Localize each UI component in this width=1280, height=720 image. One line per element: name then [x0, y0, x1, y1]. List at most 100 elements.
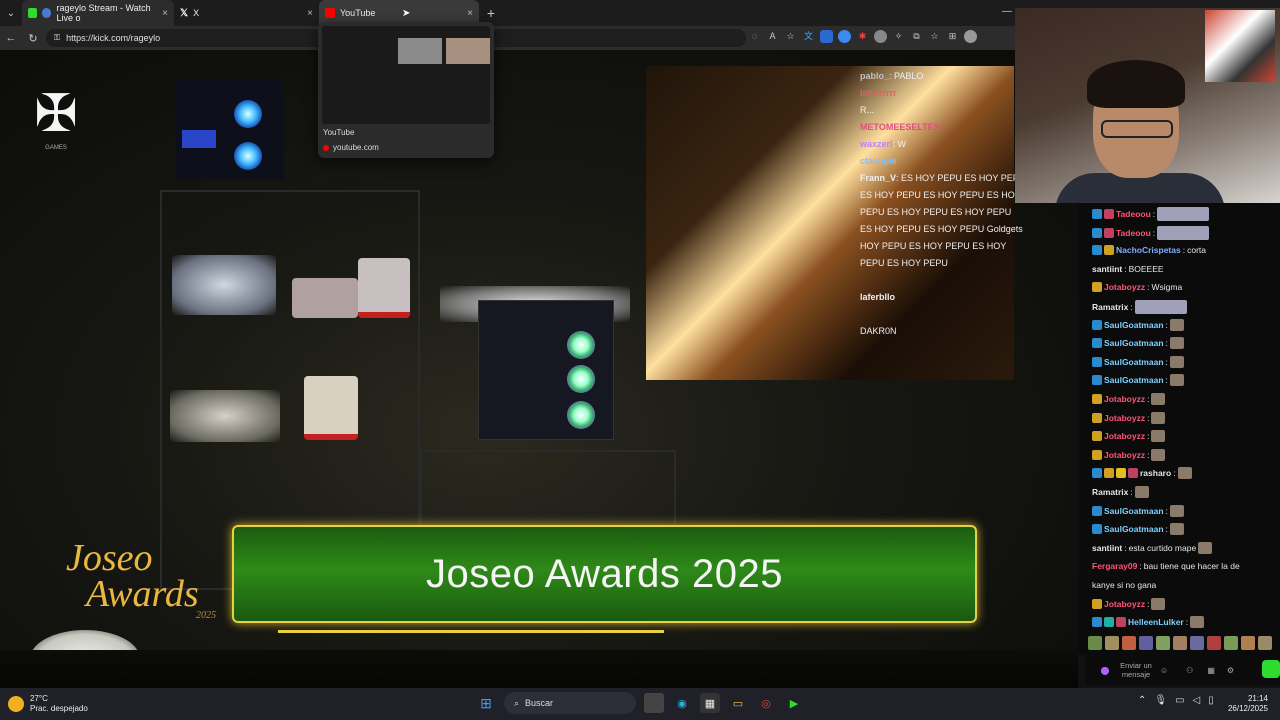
- chat-username[interactable]: Jotaboyzz: [1104, 412, 1145, 424]
- chat-separator: :: [1124, 542, 1127, 553]
- awards-wordmark: Joseo Awards 2025: [66, 537, 216, 621]
- chat-username[interactable]: Jotaboyzz: [1104, 449, 1145, 461]
- close-tab-icon[interactable]: ×: [307, 8, 313, 19]
- chat-username[interactable]: SaulGoatmaan: [1104, 319, 1164, 331]
- app-icon[interactable]: ▶: [784, 693, 804, 713]
- chat-mic-icon[interactable]: ⬤: [1098, 666, 1112, 675]
- emote-shortcut-icon[interactable]: [1207, 636, 1221, 650]
- chat-username[interactable]: Jotaboyzz: [1104, 281, 1145, 293]
- users-icon[interactable]: ⚇: [1186, 666, 1193, 675]
- close-tab-icon[interactable]: ×: [467, 8, 473, 19]
- clock[interactable]: 21:14 26/12/2025: [1228, 694, 1268, 714]
- emoji-icon[interactable]: ☺: [1160, 666, 1168, 675]
- chat-emote-icon: [1151, 430, 1166, 443]
- site-info-icon[interactable]: ⚿: [54, 33, 60, 43]
- emote-shortcut-icon[interactable]: [1105, 636, 1119, 650]
- extension-icon[interactable]: ✱: [856, 30, 869, 43]
- emote-shortcut-icon[interactable]: [1224, 636, 1238, 650]
- youtube-favicon-icon: [325, 8, 335, 18]
- emote-shortcut-icon[interactable]: [1241, 636, 1255, 650]
- chat-emote-icon: [1177, 467, 1192, 480]
- tab-kick-stream[interactable]: rageylo Stream - Watch Live o ×: [22, 0, 174, 26]
- chat-username[interactable]: Ramatrix: [1092, 486, 1128, 498]
- extensions-puzzle-icon[interactable]: ✧: [892, 30, 905, 43]
- chat-username[interactable]: SaulGoatmaan: [1104, 374, 1164, 386]
- emote-shortcut-icon[interactable]: [1190, 636, 1204, 650]
- chat-username[interactable]: Jotaboyzz: [1104, 598, 1145, 610]
- taskbar-search[interactable]: ⌕ Buscar: [504, 692, 636, 714]
- emote-shortcut-icon[interactable]: [1173, 636, 1187, 650]
- emote-shortcut-icon[interactable]: [1258, 636, 1272, 650]
- chat-username[interactable]: NachoCrispetas: [1116, 244, 1181, 256]
- chat-message: kanye si no gana: [1092, 579, 1156, 591]
- tracking-icon[interactable]: ◌: [748, 30, 761, 43]
- store-icon[interactable]: ▦: [700, 693, 720, 713]
- figure-prop: [172, 255, 276, 315]
- chevron-up-icon[interactable]: ⌃: [1138, 695, 1146, 706]
- chat-message: Ramatrix:: [1092, 300, 1187, 314]
- extension-icon[interactable]: [820, 30, 833, 43]
- microphone-icon[interactable]: 🎙: [1154, 695, 1167, 706]
- chat-username[interactable]: HelleenLulker: [1128, 616, 1184, 628]
- settings-gear-icon[interactable]: ⚙: [1227, 666, 1234, 675]
- chat-username[interactable]: SaulGoatmaan: [1104, 505, 1164, 517]
- tab-actions-icon[interactable]: ⌄: [0, 0, 22, 26]
- windows-start-icon[interactable]: ⊞: [476, 693, 496, 713]
- emote-shortcut-icon[interactable]: [1088, 636, 1102, 650]
- chat-badge-icon: [1092, 356, 1102, 367]
- minimize-button[interactable]: —: [1002, 6, 1012, 17]
- volume-icon[interactable]: ◁: [1193, 695, 1201, 706]
- chat-badge-icon: [1104, 617, 1114, 628]
- collections-icon[interactable]: ⊞: [946, 30, 959, 43]
- chat-username[interactable]: Fergaray09: [1092, 560, 1137, 572]
- store-icon[interactable]: ▦: [1207, 666, 1215, 675]
- tab-x[interactable]: 𝕏 X ×: [174, 0, 319, 26]
- stream-video[interactable]: ✠ GAMES pablo_: PABLO laferrrrrr R... MET…: [0, 50, 1078, 688]
- profile-avatar[interactable]: [964, 30, 977, 43]
- chat-username[interactable]: santiint: [1092, 263, 1122, 275]
- refresh-icon[interactable]: ↻: [22, 32, 44, 45]
- chat-message: SaulGoatmaan:: [1092, 318, 1184, 331]
- temperature: 27°C: [30, 694, 48, 703]
- task-view-icon[interactable]: [644, 693, 664, 713]
- weather-widget[interactable]: 27°C Prac. despejado: [8, 694, 88, 714]
- chat-message: santiint: BOEEEE: [1092, 263, 1164, 275]
- chat-username[interactable]: Tadeoou: [1116, 208, 1151, 220]
- chat-username[interactable]: rasharo: [1140, 467, 1171, 479]
- chat-username[interactable]: Tadeoou: [1116, 227, 1151, 239]
- chat-username[interactable]: Jotaboyzz: [1104, 430, 1145, 442]
- chat-username[interactable]: SaulGoatmaan: [1104, 356, 1164, 368]
- chat-username[interactable]: SaulGoatmaan: [1104, 337, 1164, 349]
- close-tab-icon[interactable]: ×: [162, 8, 168, 19]
- overlay-chat-line: [860, 272, 1076, 289]
- emote-shortcut-icon[interactable]: [1139, 636, 1153, 650]
- chat-separator: :: [1165, 375, 1168, 386]
- back-icon[interactable]: ←: [0, 32, 22, 44]
- favorite-star-icon[interactable]: ☆: [784, 30, 797, 43]
- chat-badge-icon: [1128, 468, 1138, 479]
- extension-icon[interactable]: [874, 30, 887, 43]
- read-aloud-icon[interactable]: A: [766, 30, 779, 43]
- chat-username[interactable]: Ramatrix: [1092, 301, 1128, 313]
- chat-message: rasharo:: [1092, 467, 1192, 480]
- chat-username[interactable]: santiint: [1092, 542, 1122, 554]
- translate-icon[interactable]: 文: [802, 30, 815, 43]
- chat-emote-icon: [1169, 318, 1184, 331]
- chat-username[interactable]: Jotaboyzz: [1104, 393, 1145, 405]
- split-screen-icon[interactable]: ⧉: [910, 30, 923, 43]
- emote-shortcut-icon[interactable]: [1122, 636, 1136, 650]
- chat-username[interactable]: SaulGoatmaan: [1104, 523, 1164, 535]
- extension-icon[interactable]: [838, 30, 851, 43]
- chat-emote-icon: [1169, 523, 1184, 536]
- chrome-icon[interactable]: ◎: [756, 693, 776, 713]
- file-explorer-icon[interactable]: ▭: [728, 693, 748, 713]
- battery-icon[interactable]: ▯: [1208, 695, 1214, 706]
- edge-browser-icon[interactable]: ◉: [672, 693, 692, 713]
- favorites-icon[interactable]: ☆: [928, 30, 941, 43]
- chat-input[interactable]: Enviar un mensaje: [1118, 661, 1154, 679]
- send-button[interactable]: [1262, 660, 1280, 678]
- new-tab-button[interactable]: +: [479, 5, 503, 21]
- network-icon[interactable]: ▭: [1175, 695, 1184, 706]
- chat-separator: :: [1165, 356, 1168, 367]
- emote-shortcut-icon[interactable]: [1156, 636, 1170, 650]
